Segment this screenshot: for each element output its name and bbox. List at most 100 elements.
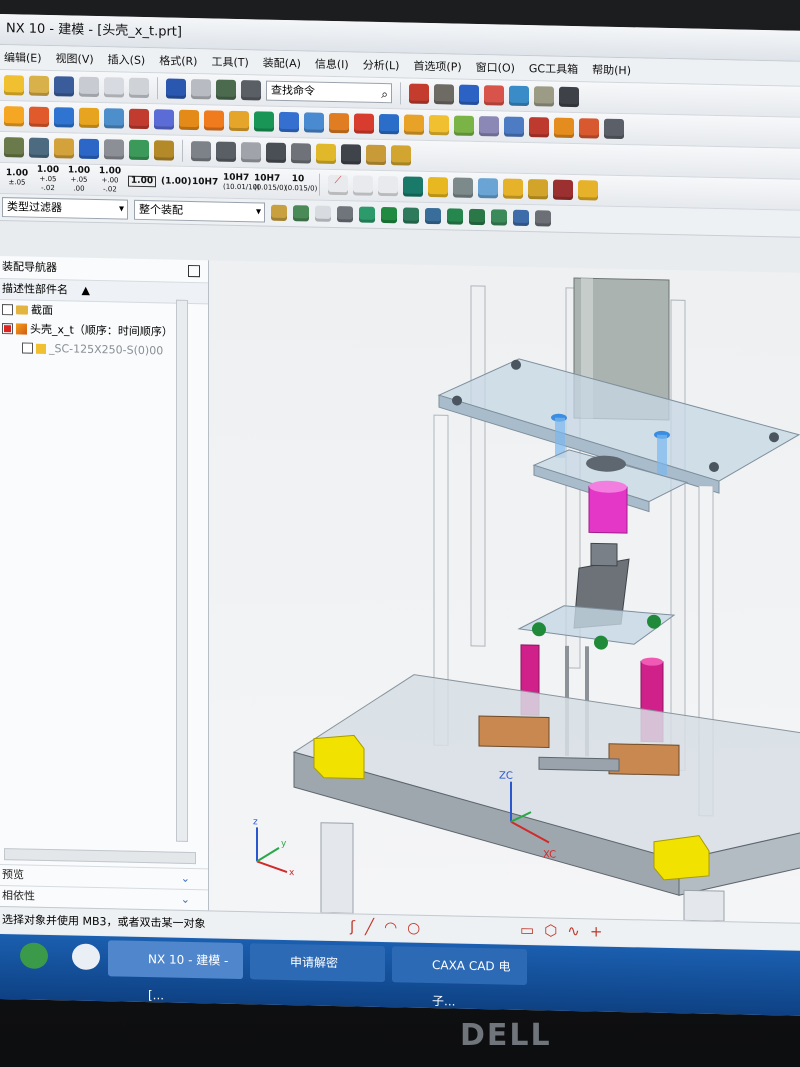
- datum-feature-icon[interactable]: [478, 178, 498, 199]
- sew-icon[interactable]: [504, 116, 524, 137]
- arc-icon[interactable]: ◠: [384, 918, 397, 936]
- menu-analysis[interactable]: 分析(L): [363, 57, 400, 74]
- constraint-icon[interactable]: [104, 139, 124, 160]
- move-face-icon[interactable]: [529, 117, 549, 138]
- unite-icon[interactable]: [229, 110, 249, 132]
- mirror-icon[interactable]: [454, 115, 474, 136]
- menu-format[interactable]: 格式(R): [159, 52, 197, 69]
- tolerance-button[interactable]: (1.00): [161, 176, 191, 187]
- vertical-scrollbar[interactable]: [176, 299, 188, 842]
- sort-up-icon[interactable]: ▲: [82, 284, 90, 297]
- quadrant-snap-icon[interactable]: [469, 208, 485, 226]
- replace-face-icon[interactable]: [554, 117, 574, 139]
- menu-tools[interactable]: 工具(T): [211, 53, 248, 70]
- tolerance-button[interactable]: 10H7 (10.01/10): [223, 173, 260, 193]
- select-all-icon[interactable]: [337, 206, 353, 223]
- chevron-down-icon[interactable]: ⌄: [181, 869, 190, 889]
- clearance-icon[interactable]: [216, 141, 236, 162]
- radius-icon[interactable]: [353, 175, 373, 196]
- menu-help[interactable]: 帮助(H): [592, 61, 631, 78]
- menu-preferences[interactable]: 首选项(P): [413, 58, 461, 75]
- label-icon[interactable]: [503, 178, 523, 199]
- hole-icon[interactable]: [154, 109, 174, 130]
- new-component-icon[interactable]: [79, 138, 99, 160]
- graphics-window[interactable]: ZC XC z x y: [209, 260, 800, 923]
- open-folder-icon[interactable]: [29, 75, 49, 97]
- measure-icon[interactable]: [559, 86, 579, 108]
- horizontal-scrollbar[interactable]: [4, 848, 196, 865]
- extrude-icon[interactable]: [104, 108, 124, 129]
- section-view-icon[interactable]: [484, 85, 504, 106]
- menu-info[interactable]: 信息(I): [315, 56, 349, 73]
- dimension-icon[interactable]: ⟋: [328, 174, 348, 196]
- type-filter-select[interactable]: 类型过滤器: [2, 197, 128, 220]
- revolve-icon[interactable]: [129, 108, 149, 130]
- more-icon[interactable]: [604, 118, 624, 140]
- note-icon[interactable]: [578, 180, 598, 201]
- profile-icon[interactable]: ʃ: [350, 917, 355, 935]
- fit-view-icon[interactable]: [409, 83, 429, 104]
- rectangle-select-icon[interactable]: [315, 205, 331, 222]
- split-body-icon[interactable]: [379, 113, 399, 135]
- weld-icon[interactable]: [428, 176, 448, 198]
- tolerance-button[interactable]: 1.00 ±.05: [4, 168, 30, 188]
- diameter-icon[interactable]: [378, 175, 398, 197]
- menu-window[interactable]: 窗口(O): [476, 59, 515, 76]
- cut-icon[interactable]: [79, 76, 99, 98]
- cylinder-icon[interactable]: [29, 106, 49, 128]
- render-style-icon[interactable]: [509, 85, 529, 107]
- component-icon[interactable]: [29, 137, 49, 159]
- point-icon[interactable]: +: [590, 922, 603, 940]
- save-icon[interactable]: [54, 76, 74, 97]
- balloon-icon[interactable]: [528, 179, 548, 200]
- arc-center-snap-icon[interactable]: [447, 208, 463, 225]
- reuse-library-icon[interactable]: [391, 145, 411, 166]
- surface-finish-icon[interactable]: [453, 177, 473, 198]
- array-component-icon[interactable]: [154, 140, 174, 161]
- studio-spline-icon[interactable]: ∿: [567, 922, 580, 940]
- command-search-input[interactable]: 查找命令 ⌕: [266, 80, 392, 104]
- existing-point-snap-icon[interactable]: [491, 209, 507, 226]
- background-icon[interactable]: [534, 86, 554, 107]
- taskbar-app-decrypt[interactable]: 申请解密: [250, 943, 385, 983]
- tolerance-button[interactable]: 1.00: [128, 175, 156, 187]
- selection-mode-icon[interactable]: [271, 204, 287, 222]
- chamfer-icon[interactable]: [279, 111, 299, 133]
- bolt-icon[interactable]: [266, 142, 286, 163]
- blend-icon[interactable]: [304, 112, 324, 133]
- move-component-icon[interactable]: [129, 139, 149, 161]
- block-icon[interactable]: [4, 106, 24, 127]
- centerline-icon[interactable]: [553, 179, 573, 201]
- cube-blue-icon[interactable]: [459, 84, 479, 106]
- taskbar-app-nx[interactable]: NX 10 - 建模 - [...: [108, 940, 243, 1002]
- sphere-icon[interactable]: [79, 107, 99, 129]
- boss-icon[interactable]: [179, 109, 199, 131]
- search-icon[interactable]: ⌕: [381, 85, 388, 103]
- rapid-dim-icon[interactable]: [403, 176, 423, 197]
- mesh-icon[interactable]: [479, 116, 499, 137]
- tolerance-button[interactable]: 1.00 +.05 -.02: [35, 164, 61, 193]
- menu-insert[interactable]: 插入(S): [108, 51, 146, 68]
- new-file-icon[interactable]: [4, 75, 24, 96]
- visibility-checkbox[interactable]: [22, 342, 33, 354]
- hat-icon[interactable]: [434, 84, 454, 105]
- maximize-icon[interactable]: [188, 264, 200, 278]
- pattern-icon[interactable]: [204, 110, 224, 131]
- add-component-icon[interactable]: [54, 138, 74, 159]
- trim-body-icon[interactable]: [354, 113, 374, 134]
- visibility-checkbox[interactable]: [2, 304, 13, 316]
- grid-snap-icon[interactable]: [535, 210, 551, 227]
- taskbar-app-caxa[interactable]: CAXA CAD 电子...: [392, 946, 527, 1009]
- datum-icon[interactable]: [254, 111, 274, 132]
- offset-face-icon[interactable]: [404, 114, 424, 135]
- circle-icon[interactable]: ○: [407, 919, 420, 937]
- rectangle-icon[interactable]: ▭: [520, 921, 534, 939]
- spring-icon[interactable]: [291, 143, 311, 164]
- draft-icon[interactable]: [429, 114, 449, 136]
- redo-icon[interactable]: [191, 79, 211, 100]
- tolerance-button[interactable]: 10H7 (0.015/0): [254, 173, 286, 193]
- gear-icon[interactable]: [341, 144, 361, 165]
- snap-point-icon[interactable]: [293, 205, 309, 222]
- tolerance-button[interactable]: 1.00 +.00 -.02: [97, 166, 123, 195]
- assembly-icon[interactable]: [4, 137, 24, 158]
